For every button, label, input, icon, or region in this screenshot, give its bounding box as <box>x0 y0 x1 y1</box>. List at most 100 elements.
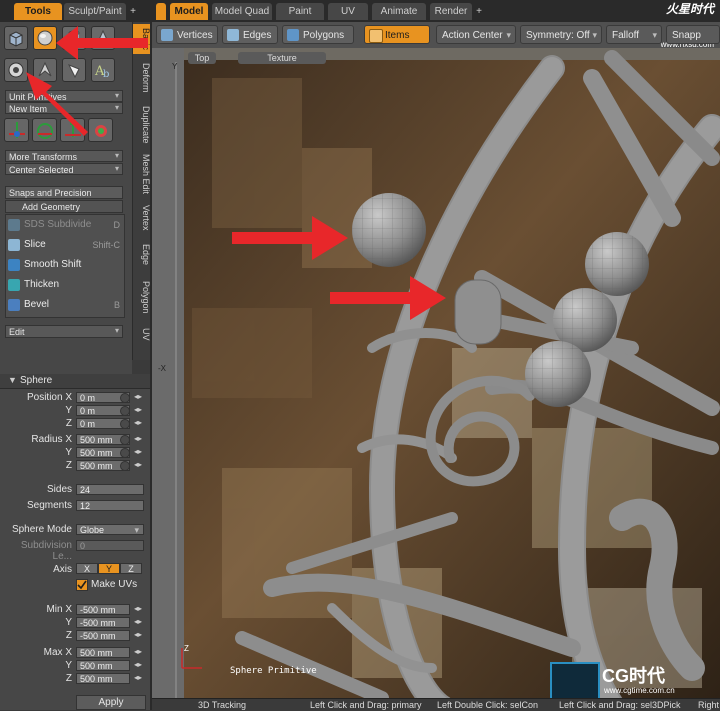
status-hint-drag: Left Click and Drag: primary <box>310 700 422 710</box>
vtab-uv[interactable]: UV <box>133 324 151 344</box>
edit-dropdown[interactable]: Edit <box>5 325 123 338</box>
max-y-field[interactable]: 500 mm <box>76 660 130 671</box>
apply-button[interactable]: Apply <box>76 695 146 710</box>
radius-z-stepper-icon[interactable]: ◂▸ <box>134 460 142 469</box>
tab-render[interactable]: Render <box>430 3 472 20</box>
viewport-gutter <box>152 48 184 698</box>
max-label: Max X <box>43 647 72 658</box>
radius-label: Radius X <box>31 434 72 445</box>
layout-tab-strip: Model Model Quad Paint UV Animate Render… <box>152 0 720 23</box>
position-z-lock-icon[interactable] <box>120 419 130 429</box>
vertices-mode-button[interactable]: Vertices <box>156 25 218 44</box>
max-y-stepper-icon[interactable]: ◂▸ <box>134 660 142 669</box>
min-z-field[interactable]: -500 mm <box>76 630 130 641</box>
sphere-properties-panel: ▼ Sphere Position X Y Z 0 m 0 m 0 m ◂▸ ◂… <box>0 374 150 710</box>
viewport-view-tab[interactable]: Top <box>188 52 216 64</box>
axis-z-option[interactable]: Z <box>120 563 142 574</box>
slice-tool[interactable]: Slice Shift-C <box>5 236 123 254</box>
radius-z-lock-icon[interactable] <box>120 461 130 471</box>
max-z-field[interactable]: 500 mm <box>76 673 130 684</box>
make-uvs-label: Make UVs <box>91 579 138 590</box>
min-y-label: Y <box>65 617 72 628</box>
tab-scroll-left[interactable] <box>156 3 166 20</box>
max-y-label: Y <box>65 660 72 671</box>
collapse-triangle-icon[interactable]: ▼ <box>8 375 17 385</box>
action-center-dropdown[interactable]: Action Center <box>436 25 516 45</box>
sides-field[interactable]: 24 <box>76 484 144 495</box>
subdivision-level-label: Subdivision Le... <box>20 540 72 562</box>
add-geometry-label: Add Geometry <box>22 202 81 212</box>
sds-subdivide-tool[interactable]: SDS Subdivide D <box>5 216 123 234</box>
radius-y-stepper-icon[interactable]: ◂▸ <box>134 447 142 456</box>
tracking-label: 3D Tracking <box>198 700 247 710</box>
subdivision-level-field: 0 <box>76 540 144 551</box>
min-label: Min X <box>46 604 72 615</box>
checkmark-icon <box>77 580 87 590</box>
axis-x-option[interactable]: X <box>76 563 98 574</box>
max-z-stepper-icon[interactable]: ◂▸ <box>134 673 142 682</box>
edges-icon <box>227 29 239 41</box>
tab-model[interactable]: Model <box>170 3 208 20</box>
segments-field[interactable]: 12 <box>76 500 144 511</box>
tab-animate[interactable]: Animate <box>372 3 426 20</box>
more-transforms-dropdown[interactable]: More Transforms <box>5 150 123 162</box>
max-x-stepper-icon[interactable]: ◂▸ <box>134 647 142 656</box>
min-y-stepper-icon[interactable]: ◂▸ <box>134 617 142 626</box>
min-y-field[interactable]: -500 mm <box>76 617 130 628</box>
watermark-brand: 火星时代 <box>665 2 714 16</box>
falloff-dropdown[interactable]: Falloff <box>606 25 662 45</box>
axis-y-option[interactable]: Y <box>98 563 120 574</box>
position-z-stepper-icon[interactable]: ◂▸ <box>134 418 142 427</box>
snaps-precision-section[interactable]: Snaps and Precision <box>5 186 123 199</box>
status-hint-double-click: Left Double Click: selCon <box>437 700 539 710</box>
vtab-vertex[interactable]: Vertex <box>133 200 151 236</box>
edges-mode-button[interactable]: Edges <box>222 25 278 44</box>
vtab-polygon[interactable]: Polygon <box>133 274 151 320</box>
viewport-hud-text: Sphere Primitive <box>230 666 317 676</box>
radius-y-lock-icon[interactable] <box>120 448 130 458</box>
viewport-scene <box>152 48 720 698</box>
position-x-stepper-icon[interactable]: ◂▸ <box>134 392 142 401</box>
make-uvs-checkbox[interactable] <box>76 579 88 591</box>
position-label: Position X <box>26 392 72 403</box>
sphere-mode-label: Sphere Mode <box>11 524 72 535</box>
bevel-tool[interactable]: Bevel B <box>5 296 123 314</box>
symmetry-dropdown[interactable]: Symmetry: Off <box>520 25 602 45</box>
viewport-shading-tab[interactable]: Texture <box>238 52 326 64</box>
capsule-mesh <box>454 279 502 345</box>
radius-x-stepper-icon[interactable]: ◂▸ <box>134 434 142 443</box>
smooth-shift-tool[interactable]: Smooth Shift <box>5 256 123 274</box>
tab-model-quad[interactable]: Model Quad <box>212 3 272 20</box>
max-x-field[interactable]: 500 mm <box>76 647 130 658</box>
min-z-stepper-icon[interactable]: ◂▸ <box>134 630 142 639</box>
bevel-icon <box>8 299 20 311</box>
position-y-stepper-icon[interactable]: ◂▸ <box>134 405 142 414</box>
properties-header: ▼ Sphere <box>0 374 150 389</box>
radius-x-lock-icon[interactable] <box>120 435 130 445</box>
snapping-dropdown[interactable]: Snapp <box>666 25 720 44</box>
center-selected-dropdown[interactable]: Center Selected <box>5 163 123 175</box>
tab-uv[interactable]: UV <box>328 3 368 20</box>
items-mode-button[interactable]: Items <box>364 25 430 44</box>
3d-viewport[interactable]: Top Texture Y -X Z Sphere Primitive CG时代… <box>152 48 720 698</box>
vtab-mesh-edit[interactable]: Mesh Edit <box>133 152 151 196</box>
position-y-lock-icon[interactable] <box>120 406 130 416</box>
cgtime-logo-text: CG时代 <box>602 666 665 686</box>
axis-label: Axis <box>53 564 72 575</box>
status-hint-pick: Left Click and Drag: sel3DPick <box>559 700 681 710</box>
min-x-field[interactable]: -500 mm <box>76 604 130 615</box>
add-geometry-section[interactable]: Add Geometry <box>5 200 123 213</box>
min-x-stepper-icon[interactable]: ◂▸ <box>134 604 142 613</box>
sphere-mode-dropdown[interactable]: Globe <box>76 524 144 536</box>
cgtime-logo-icon <box>550 662 600 698</box>
position-x-lock-icon[interactable] <box>120 393 130 403</box>
polygons-mode-button[interactable]: Polygons <box>282 25 354 44</box>
thicken-tool[interactable]: Thicken <box>5 276 123 294</box>
tab-paint[interactable]: Paint <box>276 3 324 20</box>
segments-label: Segments <box>26 500 72 511</box>
status-hint-right: Right <box>698 700 720 710</box>
add-layout-tab-button[interactable]: + <box>474 3 484 20</box>
cgtime-logo-url: www.cgtime.com.cn <box>604 686 675 695</box>
vtab-edge[interactable]: Edge <box>133 240 151 270</box>
viewport-axis-x-label: -X <box>158 364 166 373</box>
